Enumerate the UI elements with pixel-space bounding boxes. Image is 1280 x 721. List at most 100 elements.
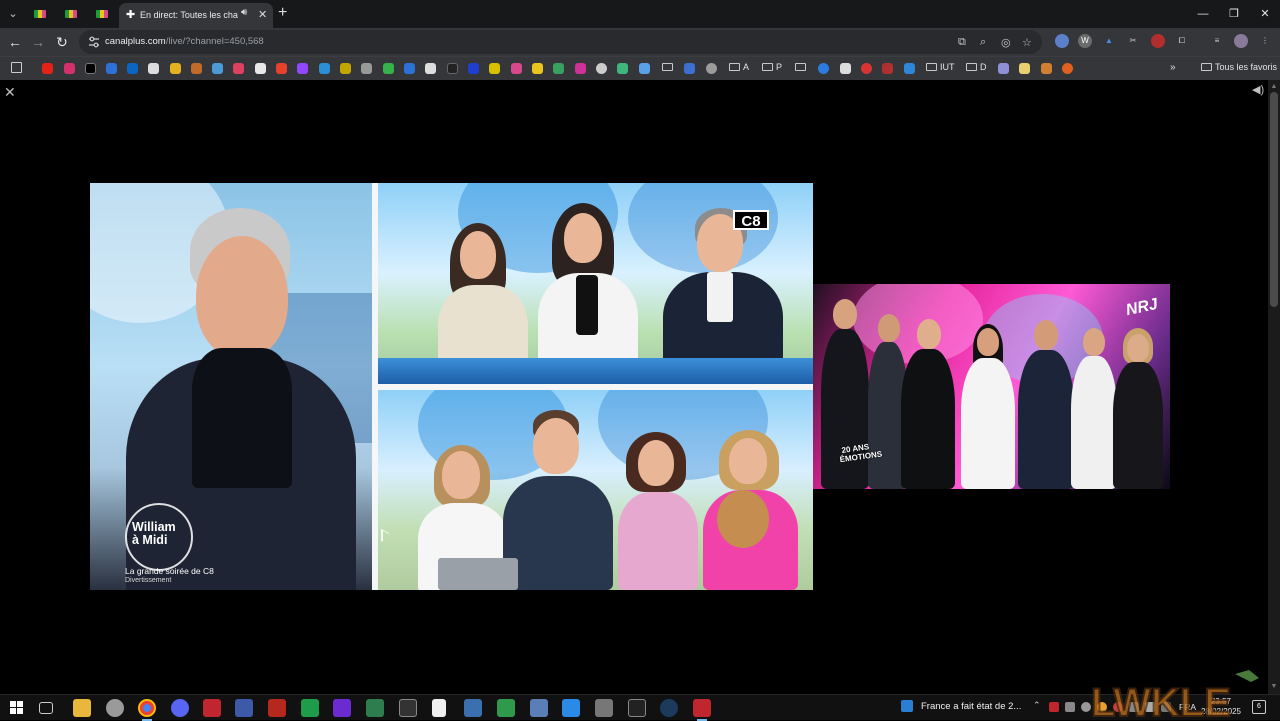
bookmark-site-icon[interactable] [212, 63, 223, 74]
bookmark-site-icon[interactable] [191, 63, 202, 74]
scroll-up-icon[interactable]: ▲ [1269, 82, 1279, 92]
bookmark-site-icon[interactable] [425, 63, 436, 74]
tab-search-button[interactable]: ⌄ [3, 5, 23, 23]
chrome-taskbar-icon[interactable] [138, 699, 156, 721]
bookmark-site-icon[interactable] [489, 63, 500, 74]
bookmark-site-icon[interactable] [998, 63, 1009, 74]
bookmark-site-icon[interactable] [818, 63, 829, 74]
bookmark-youtube-icon[interactable] [42, 63, 53, 74]
bookmark-site-icon[interactable] [361, 63, 372, 74]
extension-icon[interactable] [1055, 34, 1069, 48]
extensions-puzzle-icon[interactable]: ⧠ [1175, 34, 1189, 48]
bookmark-site-icon[interactable] [511, 63, 522, 74]
windows-start-icon[interactable] [10, 701, 23, 714]
zoom-icon[interactable]: ⌕ [980, 36, 986, 49]
video-stream-c8[interactable]: William à Midi La grande soirée de C8 Di… [90, 183, 813, 590]
bookmark-folder[interactable] [795, 62, 809, 76]
taskbar-app-icon[interactable] [203, 699, 221, 717]
bookmarks-overflow-chevron-icon[interactable]: » [1170, 62, 1176, 76]
vscode-icon[interactable] [562, 699, 580, 717]
taskbar-app-icon[interactable] [464, 699, 482, 717]
taskbar-app-icon[interactable] [530, 699, 548, 717]
taskbar-app-icon[interactable] [497, 699, 515, 717]
tray-app-icon[interactable] [1049, 702, 1059, 712]
volume-icon[interactable]: ◀︎) [1252, 83, 1264, 96]
bookmark-site-icon[interactable] [596, 63, 607, 74]
address-bar[interactable]: canalplus.com/live/?channel=450,568 ⧉ ⌕ … [79, 30, 1042, 54]
bookmark-site-icon[interactable] [170, 63, 181, 74]
video-player[interactable]: ✕ ◀︎) William à Midi La grande soirée de… [0, 80, 1268, 694]
bookmark-x-icon[interactable] [85, 63, 96, 74]
site-settings-icon[interactable] [87, 35, 101, 49]
epic-games-icon[interactable] [628, 699, 646, 717]
bookmark-site-icon[interactable] [383, 63, 394, 74]
bookmark-site-icon[interactable] [617, 63, 628, 74]
tab-canalplus-live[interactable]: ✚ En direct: Toutes les chaînes 🔊︎ ✕ [119, 3, 273, 28]
taskbar-app-icon[interactable] [301, 699, 319, 717]
back-button[interactable]: ← [5, 32, 25, 52]
document-icon[interactable] [432, 699, 446, 717]
bookmark-linkedin-icon[interactable] [127, 63, 138, 74]
extension-badge-icon[interactable] [1151, 34, 1165, 48]
speaker-icon[interactable]: 🔊︎ [241, 7, 247, 18]
bookmark-folder-iut[interactable]: IUT [926, 62, 955, 76]
bookmark-site-icon[interactable] [276, 63, 287, 74]
bookmark-site-icon[interactable] [840, 63, 851, 74]
forward-button[interactable]: → [28, 32, 48, 52]
profile-avatar[interactable] [1234, 34, 1248, 48]
taskbar-app-icon[interactable] [333, 699, 351, 717]
bookmark-site-icon[interactable] [706, 63, 717, 74]
bookmark-folder[interactable] [662, 62, 676, 76]
bookmark-site-icon[interactable] [340, 63, 351, 74]
pinned-tab-1[interactable] [26, 4, 54, 24]
restore-button[interactable]: ❐ [1219, 4, 1249, 24]
bookmark-site-icon[interactable] [861, 63, 872, 74]
discord-icon[interactable] [171, 699, 189, 717]
scrollbar-thumb[interactable] [1270, 92, 1278, 307]
taskbar-app-icon[interactable] [235, 699, 253, 717]
bookmark-site-icon[interactable] [684, 63, 695, 74]
bookmark-folder-d[interactable]: D [966, 62, 987, 76]
bookmark-site-icon[interactable] [639, 63, 650, 74]
steam-icon[interactable] [660, 699, 678, 717]
bookmark-site-icon[interactable] [575, 63, 586, 74]
cast-icon[interactable]: ⧉ [958, 36, 966, 49]
bookmark-site-icon[interactable] [904, 63, 915, 74]
bookmark-site-icon[interactable] [319, 63, 330, 74]
bookmark-site-icon[interactable] [553, 63, 564, 74]
all-bookmarks-button[interactable]: Tous les favoris [1201, 62, 1277, 76]
tray-app-icon[interactable] [1065, 702, 1075, 712]
bookmark-folder-p[interactable]: P [762, 62, 782, 76]
apps-grid-icon[interactable] [11, 62, 22, 73]
reading-list-icon[interactable]: ≡ [1210, 34, 1224, 48]
tracking-protection-icon[interactable]: ◎ [1001, 36, 1011, 49]
bookmark-twitch-icon[interactable] [297, 63, 308, 74]
task-view-icon[interactable] [39, 702, 53, 714]
bookmark-instagram-icon[interactable] [64, 63, 75, 74]
new-tab-button[interactable]: + [278, 4, 287, 22]
bookmark-site-icon[interactable] [882, 63, 893, 74]
taskbar-app-icon[interactable] [595, 699, 613, 717]
page-scrollbar[interactable]: ▲ ▼ [1268, 80, 1280, 694]
bookmark-github-icon[interactable] [148, 63, 159, 74]
bookmark-star-icon[interactable]: ☆ [1022, 36, 1032, 49]
extension-triangle-icon[interactable]: ▲ [1102, 34, 1116, 48]
reload-button[interactable]: ↻ [52, 32, 72, 52]
close-window-button[interactable]: ✕ [1250, 4, 1280, 24]
taskbar-app-icon[interactable] [366, 699, 384, 717]
news-widget-text[interactable]: France a fait état de 2... [921, 701, 1021, 712]
bookmark-site-icon[interactable] [1041, 63, 1052, 74]
bookmark-site-icon[interactable] [1062, 63, 1073, 74]
bookmark-site-icon[interactable] [233, 63, 244, 74]
bookmark-folder-a[interactable]: A [729, 62, 749, 76]
bookmark-site-icon[interactable] [404, 63, 415, 74]
bookmark-site-icon[interactable] [532, 63, 543, 74]
extension-tool-icon[interactable]: ✂ [1126, 34, 1140, 48]
taskbar-app-icon[interactable] [693, 699, 711, 721]
bookmark-site-icon[interactable] [255, 63, 266, 74]
menu-kebab-icon[interactable]: ⋮ [1258, 34, 1272, 48]
bookmark-site-icon[interactable] [447, 63, 458, 74]
bookmark-site-icon[interactable] [468, 63, 479, 74]
taskbar-app-icon[interactable] [106, 699, 124, 717]
bookmark-site-icon[interactable] [106, 63, 117, 74]
